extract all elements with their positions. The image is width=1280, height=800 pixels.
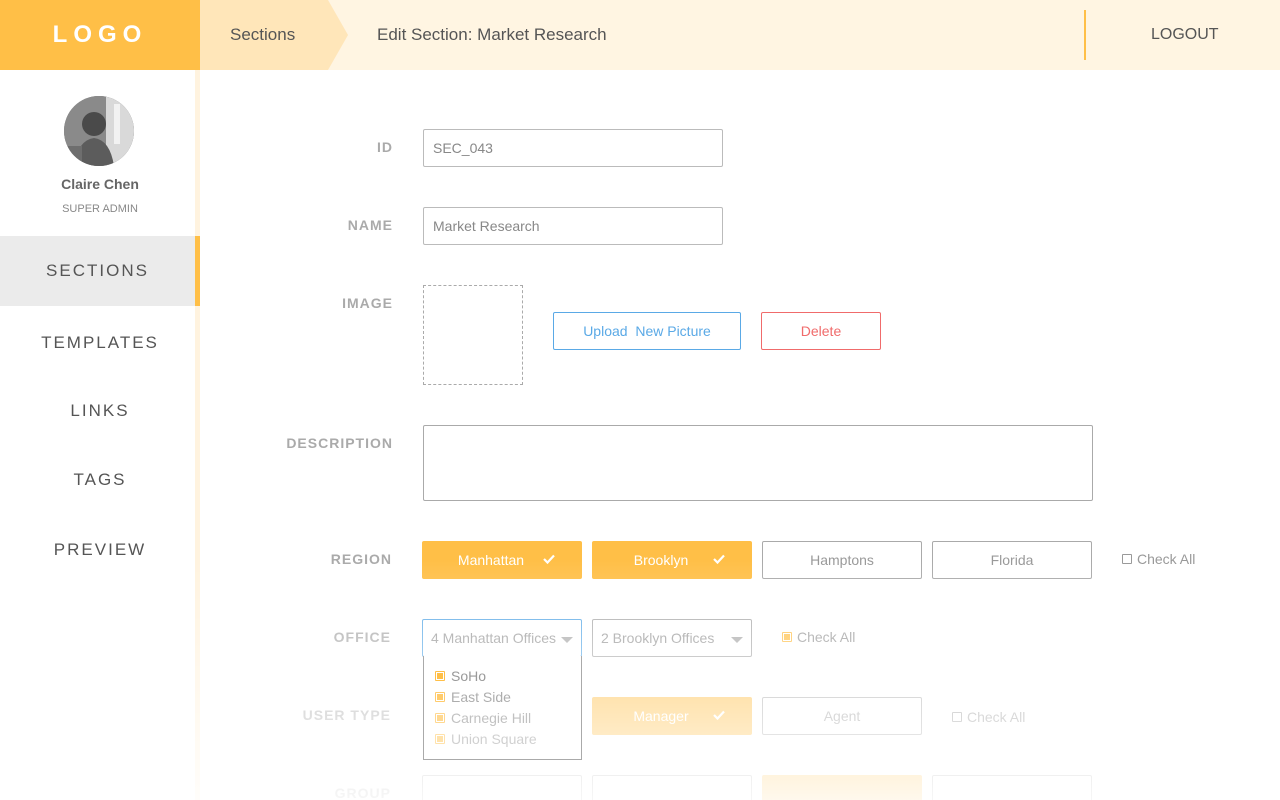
breadcrumb-arrow (328, 0, 348, 70)
check-icon (713, 554, 725, 565)
nav-sections[interactable]: SECTIONS (0, 236, 200, 306)
avatar (64, 96, 134, 166)
delete-label: Delete (800, 323, 842, 339)
user-type-label: USER TYPE (302, 707, 391, 723)
user-name: Claire Chen (61, 176, 139, 192)
delete-button[interactable]: Delete (761, 312, 881, 350)
office-dropdown-list: SoHo East Side Carnegie Hill Union Squar… (423, 656, 582, 760)
dropdown-item-label: Union Square (451, 730, 537, 747)
user-type-chip-manager[interactable]: Manager (592, 697, 752, 735)
description-textarea[interactable] (423, 425, 1093, 501)
nav-preview[interactable]: PREVIEW (0, 515, 200, 585)
region-chip-florida[interactable]: Florida (932, 541, 1092, 579)
checkbox-icon (435, 733, 445, 744)
id-label: ID (377, 139, 393, 155)
region-chip-label: Brooklyn (633, 552, 689, 568)
region-chip-label: Florida (990, 552, 1034, 568)
checkbox-icon (952, 712, 962, 722)
region-chip-hamptons[interactable]: Hamptons (762, 541, 922, 579)
region-chip-manhattan[interactable]: Manhattan (422, 541, 582, 579)
check-all-label: Check All (967, 709, 1026, 725)
image-label: IMAGE (342, 295, 393, 311)
region-chip-brooklyn[interactable]: Brooklyn (592, 541, 752, 579)
checkbox-icon (782, 632, 792, 642)
group-label: GROUP (334, 785, 391, 800)
upload-label: Upload New Picture (583, 323, 711, 339)
checkbox-icon (1122, 554, 1132, 564)
name-field[interactable]: Market Research (423, 207, 723, 245)
group-chip[interactable] (762, 775, 922, 800)
user-role: SUPER ADMIN (62, 203, 138, 215)
region-label: REGION (330, 551, 392, 567)
region-chip-label: Hamptons (810, 552, 874, 568)
scroll-fade-overlay (200, 560, 1280, 800)
sidebar: Claire Chen SUPER ADMIN SECTIONS TEMPLAT… (0, 70, 200, 800)
checkbox-icon (435, 670, 445, 681)
description-label: DESCRIPTION (286, 435, 393, 451)
nav-tags[interactable]: TAGS (0, 445, 200, 515)
office-check-all[interactable]: Check All (782, 629, 855, 645)
office-label: OFFICE (333, 629, 391, 645)
upload-picture-button[interactable]: Upload New Picture (553, 312, 741, 350)
top-bar: Sections Edit Section: Market Research L… (200, 0, 1280, 70)
region-chip-label: Manhattan (457, 552, 525, 568)
chevron-down-icon (731, 637, 743, 643)
check-icon (543, 554, 555, 565)
nav-templates[interactable]: TEMPLATES (0, 308, 200, 378)
header-divider (1084, 10, 1086, 60)
office-select-manhattan[interactable]: 4 Manhattan Offices (422, 619, 582, 657)
dropdown-item-soho[interactable]: SoHo (424, 665, 581, 686)
dropdown-item-label: Carnegie Hill (451, 709, 532, 726)
check-all-label: Check All (1137, 551, 1196, 567)
checkbox-icon (435, 691, 445, 702)
nav-links[interactable]: LINKS (0, 376, 200, 446)
group-chip[interactable] (422, 775, 582, 800)
dropdown-item-label: East Side (451, 688, 511, 705)
page-title: Edit Section: Market Research (377, 25, 607, 44)
logo[interactable]: LOGO (0, 0, 200, 70)
name-label: NAME (347, 217, 393, 233)
logo-text: LOGO (52, 21, 148, 48)
dropdown-item-east-side[interactable]: East Side (424, 686, 581, 707)
group-chip[interactable] (932, 775, 1092, 800)
check-all-label: Check All (797, 629, 856, 645)
office-select-brooklyn[interactable]: 2 Brooklyn Offices (592, 619, 752, 657)
user-type-check-all[interactable]: Check All (952, 709, 1025, 725)
dropdown-item-carnegie-hill[interactable]: Carnegie Hill (424, 707, 581, 728)
breadcrumb-sections[interactable]: Sections (200, 0, 328, 70)
dropdown-item-label: SoHo (451, 667, 487, 684)
dropdown-item-union-square[interactable]: Union Square (424, 728, 581, 749)
select-value: 2 Brooklyn Offices (601, 630, 715, 646)
region-check-all[interactable]: Check All (1122, 551, 1195, 567)
select-value: 4 Manhattan Offices (431, 630, 557, 646)
user-type-chip-agent[interactable]: Agent (762, 697, 922, 735)
id-field[interactable]: SEC_043 (423, 129, 723, 167)
logout-button[interactable]: LOGOUT (1151, 0, 1219, 70)
group-chip[interactable] (592, 775, 752, 800)
check-icon (713, 710, 725, 721)
user-type-chip-label: Agent (823, 708, 861, 724)
chevron-down-icon (561, 637, 573, 643)
image-placeholder[interactable] (423, 285, 523, 385)
user-type-chip-label: Manager (633, 708, 689, 724)
checkbox-icon (435, 712, 445, 723)
